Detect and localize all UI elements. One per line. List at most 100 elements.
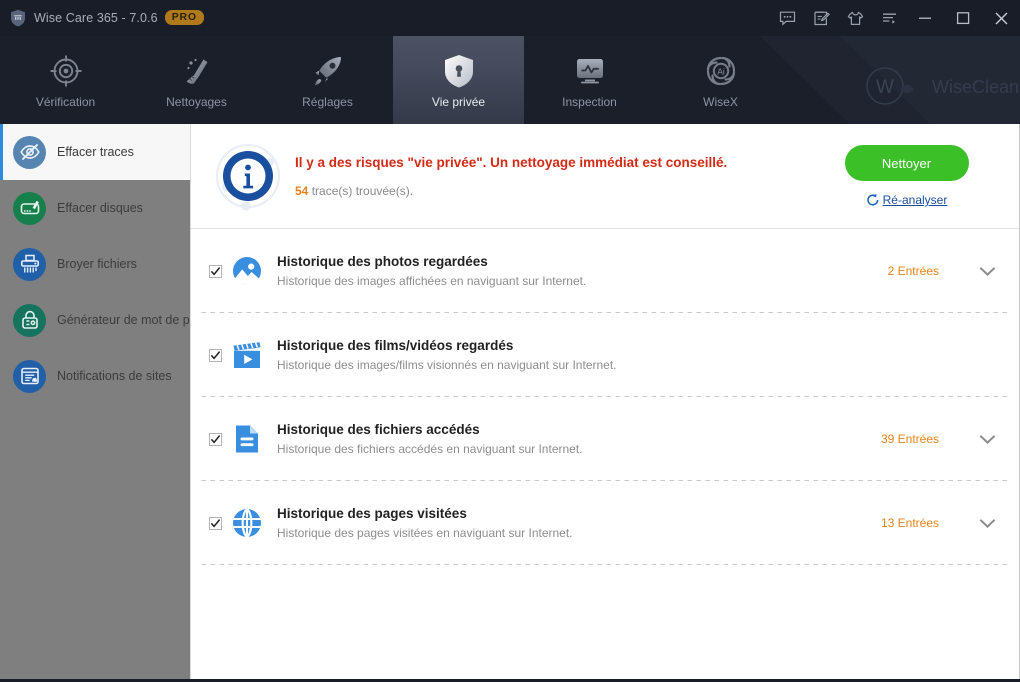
row-text-block: Historique des fichiers accédés Historiq…: [269, 422, 881, 456]
refresh-icon: [866, 193, 880, 207]
nav-tab-label: Vérification: [36, 95, 95, 109]
sidebar-item-broyer-fichiers[interactable]: Broyer fichiers: [0, 236, 190, 292]
alert-text-block: Il y a des risques "vie privée". Un nett…: [287, 155, 814, 198]
window-title: Wise Care 365 - 7.0.6: [34, 11, 158, 25]
row-text-block: Historique des photos regardées Historiq…: [269, 254, 888, 288]
trace-count-suffix: trace(s) trouvée(s).: [308, 184, 413, 198]
sidebar-item-label: Générateur de mot de p...: [57, 313, 190, 327]
broom-icon: [179, 51, 215, 91]
rocket-icon: [310, 51, 346, 91]
main-panel: Il y a des risques "vie privée". Un nett…: [191, 124, 1020, 679]
document-icon: [225, 424, 269, 454]
close-icon[interactable]: [982, 0, 1020, 36]
sidebar-item-label: Effacer disques: [57, 201, 143, 215]
svg-text:W: W: [876, 77, 894, 98]
nav-tab-label: WiseX: [703, 95, 738, 109]
feedback-icon[interactable]: [770, 0, 804, 36]
table-row[interactable]: Historique des pages visitées Historique…: [197, 481, 1007, 565]
row-title: Historique des photos regardées: [277, 254, 888, 269]
nav-tab-inspection[interactable]: Inspection: [524, 36, 655, 124]
title-bar: Wise Care 365 - 7.0.6 PRO: [0, 0, 1020, 36]
site-notify-icon: [13, 360, 46, 393]
nav-tab-vie-privee[interactable]: Vie privée: [393, 36, 524, 124]
alert-title: Il y a des risques "vie privée". Un nett…: [295, 155, 814, 170]
nav-tab-reglages[interactable]: Réglages: [262, 36, 393, 124]
nav-tab-label: Nettoyages: [166, 95, 227, 109]
row-description: Historique des images/films visionnés en…: [277, 358, 939, 372]
row-checkbox-cell: [197, 349, 225, 362]
row-checkbox[interactable]: [209, 517, 222, 530]
row-text-block: Historique des pages visitées Historique…: [269, 506, 881, 540]
nav-tab-nettoyages[interactable]: Nettoyages: [131, 36, 262, 124]
main-navigation: W WiseCleaner Vérification: [0, 36, 1020, 124]
row-checkbox[interactable]: [209, 265, 222, 278]
row-entry-count: 2 Entrées: [888, 264, 967, 278]
skin-icon[interactable]: [838, 0, 872, 36]
alert-actions: Nettoyer Ré-analyser: [814, 145, 999, 207]
application-window: Wise Care 365 - 7.0.6 PRO: [0, 0, 1020, 682]
password-lock-icon: [13, 304, 46, 337]
nav-tab-label: Inspection: [562, 95, 617, 109]
row-description: Historique des fichiers accédés en navig…: [277, 442, 881, 456]
row-entry-count: 13 Entrées: [881, 516, 967, 530]
content-body: Effacer traces Effacer disques: [0, 124, 1020, 682]
nav-tab-verification[interactable]: Vérification: [0, 36, 131, 124]
row-title: Historique des films/vidéos regardés: [277, 338, 939, 353]
nav-tab-wisex[interactable]: Ai WiseX: [655, 36, 786, 124]
target-icon: [48, 51, 84, 91]
shredder-icon: [13, 248, 46, 281]
pro-badge: PRO: [165, 10, 204, 25]
table-row[interactable]: Historique des photos regardées Historiq…: [197, 229, 1007, 313]
info-circle-icon: [209, 140, 287, 212]
row-description: Historique des pages visitées en navigua…: [277, 526, 881, 540]
notes-icon[interactable]: [804, 0, 838, 36]
sidebar-item-notifications-de-sites[interactable]: Notifications de sites: [0, 348, 190, 404]
row-checkbox-cell: [197, 517, 225, 530]
shield-icon: [442, 51, 476, 91]
clean-button[interactable]: Nettoyer: [845, 145, 969, 181]
sidebar-item-effacer-disques[interactable]: Effacer disques: [0, 180, 190, 236]
shield-logo-icon: [10, 9, 26, 27]
row-title: Historique des fichiers accédés: [277, 422, 881, 437]
video-clapper-icon: [225, 340, 269, 370]
monitor-icon: [572, 51, 608, 91]
minimize-icon[interactable]: [906, 0, 944, 36]
privacy-alert-banner: Il y a des risques "vie privée". Un nett…: [191, 124, 1019, 229]
row-entry-count: 39 Entrées: [881, 432, 967, 446]
sidebar: Effacer traces Effacer disques: [0, 124, 191, 679]
globe-icon: [225, 508, 269, 538]
row-checkbox[interactable]: [209, 349, 222, 362]
svg-text:WiseCleaner: WiseCleaner: [932, 77, 1020, 97]
row-title: Historique des pages visitées: [277, 506, 881, 521]
alert-subtitle: 54 trace(s) trouvée(s).: [295, 184, 814, 198]
photo-icon: [225, 256, 269, 286]
expand-chevron-down-icon[interactable]: [967, 518, 1007, 529]
expand-chevron-down-icon[interactable]: [967, 266, 1007, 277]
traces-list: Historique des photos regardées Historiq…: [191, 229, 1019, 679]
table-row[interactable]: Historique des fichiers accédés Historiq…: [197, 397, 1007, 481]
row-description: Historique des images affichées en navig…: [277, 274, 888, 288]
nav-tab-label: Réglages: [302, 95, 353, 109]
maximize-icon[interactable]: [944, 0, 982, 36]
rescan-label: Ré-analyser: [883, 193, 948, 207]
titlebar-buttons: [770, 0, 1020, 36]
row-checkbox-cell: [197, 265, 225, 278]
row-checkbox-cell: [197, 433, 225, 446]
row-checkbox[interactable]: [209, 433, 222, 446]
rescan-link[interactable]: Ré-analyser: [866, 193, 948, 207]
row-text-block: Historique des films/vidéos regardés His…: [269, 338, 939, 372]
nav-tab-label: Vie privée: [432, 95, 485, 109]
sidebar-item-label: Effacer traces: [57, 145, 134, 159]
wisex-ai-icon: Ai: [703, 51, 739, 91]
table-row[interactable]: Historique des films/vidéos regardés His…: [197, 313, 1007, 397]
sidebar-item-generateur-mot-de-passe[interactable]: Générateur de mot de p...: [0, 292, 190, 348]
disk-eraser-icon: [13, 192, 46, 225]
expand-chevron-down-icon[interactable]: [967, 434, 1007, 445]
sidebar-item-label: Notifications de sites: [57, 369, 172, 383]
sidebar-item-label: Broyer fichiers: [57, 257, 137, 271]
svg-text:Ai: Ai: [717, 67, 725, 77]
trace-count: 54: [295, 184, 308, 198]
eye-slash-icon: [13, 136, 46, 169]
menu-icon[interactable]: [872, 0, 906, 36]
sidebar-item-effacer-traces[interactable]: Effacer traces: [0, 124, 190, 180]
